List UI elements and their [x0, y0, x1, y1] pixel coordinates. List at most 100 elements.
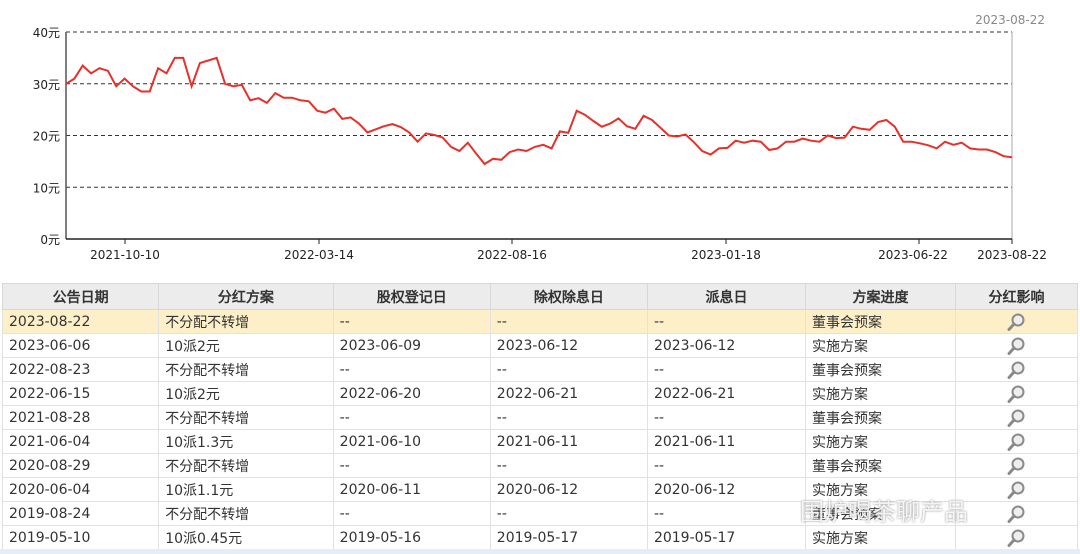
impact-cell[interactable]: [954, 333, 1079, 358]
table-cell: --: [489, 309, 648, 334]
column-header: 方案进度: [805, 283, 956, 310]
table-cell: --: [646, 453, 807, 478]
table-cell: 董事会预案: [805, 501, 956, 526]
chart-date-label: 2023-08-22: [975, 13, 1045, 27]
table-cell: 不分配不转增: [158, 309, 334, 334]
table-cell: 董事会预案: [805, 309, 956, 334]
impact-cell[interactable]: [954, 525, 1079, 550]
x-tick-label: 2022-08-16: [477, 248, 547, 262]
table-cell: --: [332, 405, 491, 430]
table-cell: --: [332, 501, 491, 526]
impact-cell[interactable]: [954, 309, 1079, 334]
table-cell: 实施方案: [805, 525, 956, 550]
footer-bar: [0, 549, 1080, 554]
impact-cell[interactable]: [954, 429, 1079, 454]
impact-cell[interactable]: [954, 381, 1079, 406]
column-header: 分红影响: [954, 283, 1079, 310]
column-header: 除权除息日: [489, 283, 648, 310]
table-cell: 2023-06-09: [332, 333, 491, 358]
table-cell: 实施方案: [805, 429, 956, 454]
table-cell: 2020-06-04: [1, 477, 160, 502]
table-cell: --: [332, 357, 491, 382]
table-row: 2023-06-06 10派2元 2023-06-09 2023-06-12 2023-…: [1, 333, 1079, 358]
table-cell: --: [646, 309, 807, 334]
table-cell: 2021-06-11: [646, 429, 807, 454]
table-cell: 实施方案: [805, 381, 956, 406]
table-row: 2021-06-04 10派1.3元 2021-06-10 2021-06-11 202…: [1, 429, 1079, 454]
magnifier-icon[interactable]: [1006, 456, 1026, 476]
table-cell: 不分配不转增: [158, 357, 334, 382]
x-tick-label: 2021-10-10: [90, 248, 160, 262]
magnifier-icon[interactable]: [1006, 336, 1026, 356]
table-cell: --: [332, 453, 491, 478]
column-header: 股权登记日: [332, 283, 491, 310]
column-header: 分红方案: [158, 283, 334, 310]
table-cell: 10派2元: [158, 333, 334, 358]
x-tick-label: 2023-06-22: [878, 248, 948, 262]
x-tick-label: 2023-01-18: [691, 248, 761, 262]
table-cell: 董事会预案: [805, 453, 956, 478]
table-row: 2020-08-29 不分配不转增 -- -- -- 董事会预案: [1, 453, 1079, 478]
table-cell: --: [489, 453, 648, 478]
y-tick-label: 0元: [40, 233, 60, 247]
magnifier-icon[interactable]: [1006, 360, 1026, 380]
magnifier-icon[interactable]: [1006, 432, 1026, 452]
price-chart: 0元 10元 20元 30元 40元 2021-10-10 2022-03-14 2022-0…: [33, 13, 1047, 262]
table-row: 2019-08-24 不分配不转增 -- -- -- 董事会预案: [1, 501, 1079, 526]
magnifier-icon[interactable]: [1006, 312, 1026, 332]
table-cell: 2022-06-15: [1, 381, 160, 406]
table-cell: --: [646, 357, 807, 382]
impact-cell[interactable]: [954, 357, 1079, 382]
table-cell: 2021-06-04: [1, 429, 160, 454]
table-cell: 10派0.45元: [158, 525, 334, 550]
table-cell: 2022-06-21: [646, 381, 807, 406]
impact-cell[interactable]: [954, 453, 1079, 478]
magnifier-icon[interactable]: [1006, 504, 1026, 524]
table-row: 2023-08-22 不分配不转增 -- -- -- 董事会预案: [1, 309, 1079, 334]
table-cell: 2023-06-12: [646, 333, 807, 358]
table-cell: --: [646, 405, 807, 430]
table-cell: 10派2元: [158, 381, 334, 406]
table-cell: 2020-06-12: [646, 477, 807, 502]
table-cell: 2020-08-29: [1, 453, 160, 478]
impact-cell[interactable]: [954, 501, 1079, 526]
table-cell: 不分配不转增: [158, 405, 334, 430]
x-tick-label: 2022-03-14: [284, 248, 354, 262]
table-cell: 10派1.1元: [158, 477, 334, 502]
magnifier-icon[interactable]: [1006, 408, 1026, 428]
table-cell: 2019-05-17: [489, 525, 648, 550]
y-tick-label: 10元: [33, 181, 60, 195]
table-cell: 2021-06-11: [489, 429, 648, 454]
magnifier-icon[interactable]: [1006, 480, 1026, 500]
magnifier-icon[interactable]: [1006, 384, 1026, 404]
table-row: 2019-05-10 10派0.45元 2019-05-16 2019-05-17 20…: [1, 525, 1079, 550]
table-cell: 董事会预案: [805, 357, 956, 382]
table-cell: 不分配不转增: [158, 501, 334, 526]
impact-cell[interactable]: [954, 405, 1079, 430]
column-header: 公告日期: [1, 283, 160, 310]
table-cell: 2023-06-06: [1, 333, 160, 358]
table-row: 2022-06-15 10派2元 2022-06-20 2022-06-21 2022-…: [1, 381, 1079, 406]
table-row: 2020-06-04 10派1.1元 2020-06-11 2020-06-12 202…: [1, 477, 1079, 502]
table-cell: 2019-05-17: [646, 525, 807, 550]
table-cell: 2022-08-23: [1, 357, 160, 382]
table-row: 2022-08-23 不分配不转增 -- -- -- 董事会预案: [1, 357, 1079, 382]
table-cell: 实施方案: [805, 333, 956, 358]
table-cell: 2023-06-12: [489, 333, 648, 358]
table-cell: 2019-08-24: [1, 501, 160, 526]
y-tick-label: 30元: [33, 78, 60, 92]
y-tick-label: 20元: [33, 130, 60, 144]
x-tick-label: 2023-08-22: [977, 248, 1047, 262]
table-cell: --: [332, 309, 491, 334]
magnifier-icon[interactable]: [1006, 528, 1026, 548]
impact-cell[interactable]: [954, 477, 1079, 502]
table-row: 2021-08-28 不分配不转增 -- -- -- 董事会预案: [1, 405, 1079, 430]
table-cell: 2021-06-10: [332, 429, 491, 454]
dividend-table: 公告日期 分红方案 股权登记日 除权除息日 派息日 方案进度 分红影响 2023-08-22…: [1, 283, 1079, 550]
table-cell: 2019-05-10: [1, 525, 160, 550]
table-cell: --: [489, 501, 648, 526]
table-cell: --: [489, 357, 648, 382]
table-cell: 董事会预案: [805, 405, 956, 430]
table-cell: 2019-05-16: [332, 525, 491, 550]
table-cell: 2021-08-28: [1, 405, 160, 430]
